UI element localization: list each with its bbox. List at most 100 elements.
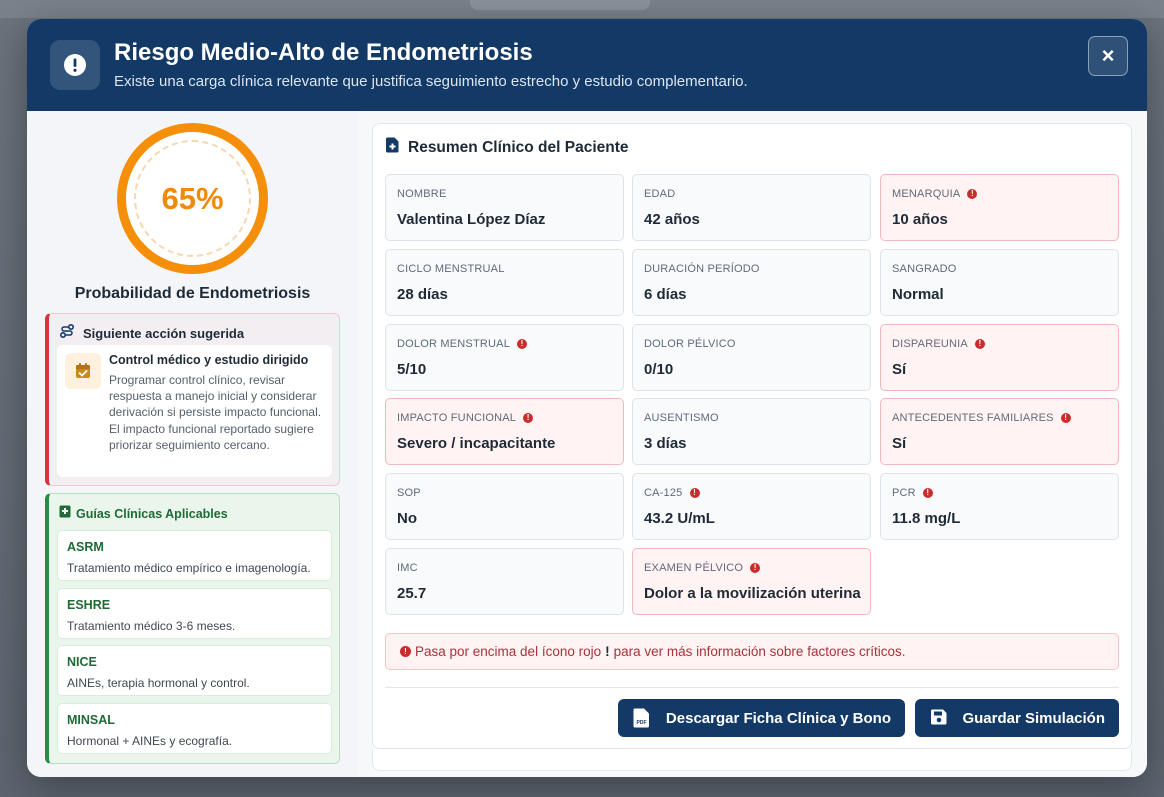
guide-item-eshre: ESHRE Tratamiento médico 3-6 meses. [57,588,332,639]
guide-item-minsal: MINSAL Hormonal + AINEs y ecografía. [57,703,332,754]
field-imc: IMC 25.7 [385,548,624,615]
clinical-guides-card: Guías Clínicas Aplicables ASRM Tratamien… [45,493,340,764]
field-label-text: EXAMEN PÉLVICO [644,562,744,574]
save-simulation-button[interactable]: Guardar Simulación [915,699,1119,737]
suggested-action-card: Siguiente acción sugerida Control médico… [45,313,340,486]
critical-factors-hint: ! Pasa por encima del ícono rojo ! para … [385,633,1119,670]
hint-text: Pasa por encima del ícono rojo [415,644,602,659]
background-pill [470,0,650,10]
field-value: Dolor a la movilización uterina [644,585,861,602]
field-label-text: EDAD [644,188,676,200]
field-value: 28 días [397,286,448,303]
field-value: 43.2 U/mL [644,510,715,527]
field-label: PCR! [892,487,933,499]
critical-info-icon[interactable]: ! [974,339,985,349]
divider [385,687,1119,688]
guide-name: NICE [67,655,97,669]
field-label-text: AUSENTISMO [644,412,719,424]
critical-info-icon[interactable]: ! [689,488,700,498]
field-impacto-funcional: IMPACTO FUNCIONAL! Severo / incapacitante [385,398,624,465]
field-label-text: CA-125 [644,487,683,499]
field-ca-125: CA-125! 43.2 U/mL [632,473,871,540]
guide-item-asrm: ASRM Tratamiento médico empírico e image… [57,530,332,581]
action-heading: Siguiente acción sugerida [59,323,244,344]
close-button[interactable]: × [1088,36,1128,76]
file-medical-icon [386,137,399,158]
field-label: CICLO MENSTRUAL [397,263,505,275]
field-nombre: NOMBRE Valentina López Díaz [385,174,624,241]
guide-item-nice: NICE AINEs, terapia hormonal y control. [57,645,332,696]
field-value: 5/10 [397,361,427,378]
field-label: NOMBRE [397,188,446,200]
field-label: MENARQUIA! [892,188,978,200]
field-label: IMC [397,562,418,574]
action-title: Control médico y estudio dirigido [109,353,309,367]
critical-info-icon[interactable]: ! [922,488,933,498]
field-ausentismo: AUSENTISMO 3 días [632,398,871,465]
right-panel: Resumen Clínico del Paciente NOMBRE Valen… [358,111,1147,777]
field-label-text: IMC [397,562,418,574]
summary-heading: Resumen Clínico del Paciente [386,137,629,158]
field-value: 0/10 [644,361,674,378]
guide-name: MINSAL [67,713,115,727]
guide-description: Tratamiento médico 3-6 meses. [67,619,236,633]
field-label-text: CICLO MENSTRUAL [397,263,505,275]
guide-name: ESHRE [67,598,111,612]
field-label-text: SOP [397,487,421,499]
field-label-text: PCR [892,487,916,499]
field-duración-período: DURACIÓN PERÍODO 6 días [632,249,871,316]
probability-gauge: 65% [117,123,268,274]
left-panel: 65% Probabilidad de Endometriosis Siguie… [27,111,358,777]
field-value: 6 días [644,286,687,303]
field-value: No [397,510,417,527]
field-label-text: IMPACTO FUNCIONAL [397,412,517,424]
modal-title: Riesgo Medio-Alto de Endometriosis [114,39,533,66]
patient-summary-card: Resumen Clínico del Paciente NOMBRE Valen… [372,123,1132,749]
field-value: 3 días [644,435,687,452]
field-value: Normal [892,286,944,303]
gauge-label: Probabilidad de Endometriosis [74,285,311,302]
field-label: ANTECEDENTES FAMILIARES! [892,412,1071,424]
action-heading-text: Siguiente acción sugerida [83,326,245,341]
field-label: DOLOR MENSTRUAL! [397,338,528,350]
critical-info-icon[interactable]: ! [523,413,534,423]
field-value: 25.7 [397,585,427,602]
field-label: AUSENTISMO [644,412,719,424]
field-dolor-pélvico: DOLOR PÉLVICO 0/10 [632,324,871,391]
guides-heading: Guías Clínicas Aplicables [59,505,228,523]
download-button-label: Descargar Ficha Clínica y Bono [665,710,891,727]
field-label-text: NOMBRE [397,188,447,200]
field-label: EDAD [644,188,675,200]
summary-card-footer-edge [372,749,1132,771]
critical-info-icon[interactable]: ! [967,189,978,199]
field-label-text: MENARQUIA [892,188,961,200]
field-label-text: DOLOR MENSTRUAL [397,338,511,350]
route-icon [59,323,75,344]
guide-description: Tratamiento médico empírico e imagenolog… [67,561,311,575]
critical-info-icon[interactable]: ! [1060,413,1071,423]
modal-subtitle: Existe una carga clínica relevante que j… [114,73,748,90]
field-label-text: DOLOR PÉLVICO [644,338,736,350]
guide-description: AINEs, terapia hormonal y control. [67,676,250,690]
field-value: Sí [892,361,907,378]
warning-icon: ! [400,646,411,657]
gauge-value: 65% [161,180,224,216]
guide-description: Hormonal + AINEs y ecografía. [67,734,233,748]
book-medical-icon [59,505,71,523]
field-label: SANGRADO [892,263,957,275]
field-menarquia: MENARQUIA! 10 años [880,174,1119,241]
file-pdf-icon: PDF [633,708,651,728]
save-icon [930,708,948,728]
critical-info-icon[interactable]: ! [750,563,761,573]
field-label: EXAMEN PÉLVICO! [644,562,761,574]
field-label-text: ANTECEDENTES FAMILIARES [892,412,1054,424]
critical-info-icon[interactable]: ! [517,339,528,349]
download-record-button[interactable]: PDF Descargar Ficha Clínica y Bono [618,699,905,737]
field-value: 10 años [892,211,948,228]
field-sangrado: SANGRADO Normal [880,249,1119,316]
svg-text:PDF: PDF [637,720,647,726]
save-button-label: Guardar Simulación [962,710,1105,727]
field-antecedentes-familiares: ANTECEDENTES FAMILIARES! Sí [880,398,1119,465]
field-label: DOLOR PÉLVICO [644,338,736,350]
field-pcr: PCR! 11.8 mg/L [880,473,1119,540]
